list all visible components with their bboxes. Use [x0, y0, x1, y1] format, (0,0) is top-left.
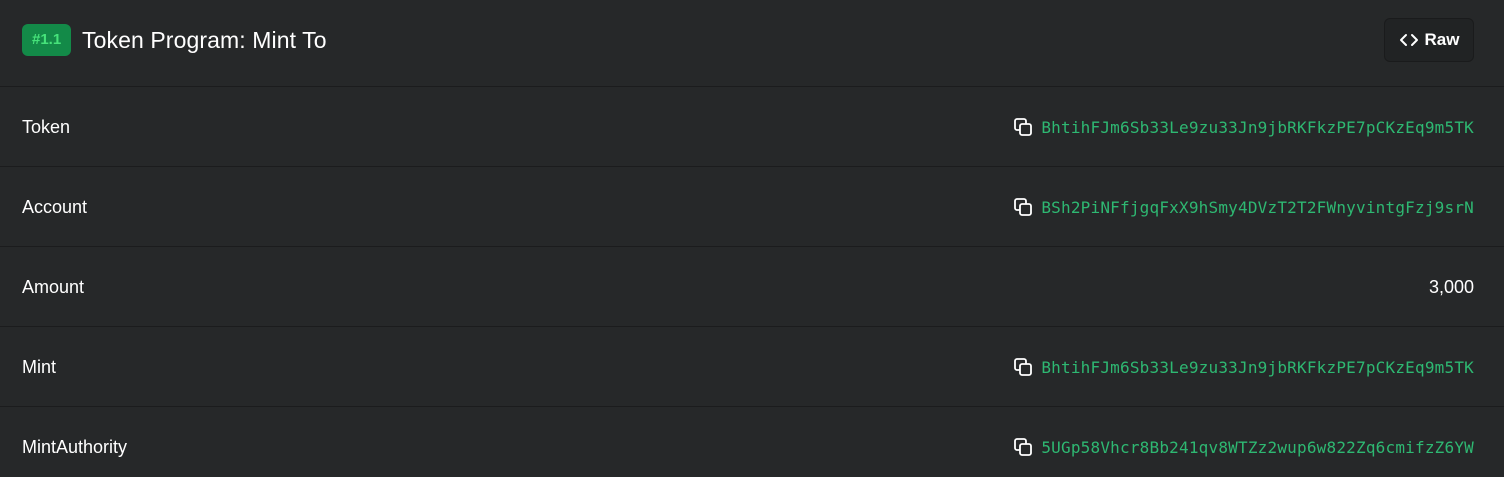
row-token: Token BhtihFJm6Sb33Le9zu33Jn9jbRKFkzPE7p… [0, 87, 1504, 167]
instruction-index-badge: #1.1 [22, 24, 72, 56]
raw-button-label: Raw [1424, 30, 1460, 49]
code-icon [1399, 34, 1418, 46]
row-value: BSh2PiNFfjgqFxX9hSmy4DVzT2T2FWnyvintgFzj… [1013, 167, 1474, 247]
copy-icon[interactable] [1013, 197, 1033, 217]
row-value: BhtihFJm6Sb33Le9zu33Jn9jbRKFkzPE7pCKzEq9… [1013, 87, 1474, 167]
mint-authority-address-link[interactable]: 5UGp58Vhcr8Bb241qv8WTZz2wup6w822Zq6cmifz… [1041, 438, 1474, 457]
row-label: Token [22, 117, 71, 137]
raw-button[interactable]: Raw [1384, 18, 1474, 62]
token-address-link[interactable]: BhtihFJm6Sb33Le9zu33Jn9jbRKFkzPE7pCKzEq9… [1041, 118, 1474, 137]
copy-icon[interactable] [1013, 117, 1033, 137]
row-amount: Amount 3,000 [0, 247, 1504, 327]
row-label: Account [22, 197, 88, 217]
instruction-card: #1.1 Token Program: Mint To Raw Token Bh… [0, 0, 1504, 477]
row-label: Amount [22, 277, 85, 297]
copy-icon[interactable] [1013, 437, 1033, 457]
instruction-title: Token Program: Mint To [82, 27, 327, 53]
row-value: 5UGp58Vhcr8Bb241qv8WTZz2wup6w822Zq6cmifz… [1013, 407, 1474, 477]
row-account: Account BSh2PiNFfjgqFxX9hSmy4DVzT2T2FWny… [0, 167, 1504, 247]
row-mint: Mint BhtihFJm6Sb33Le9zu33Jn9jbRKFkzPE7pC… [0, 327, 1504, 407]
row-mint-authority: MintAuthority 5UGp58Vhcr8Bb241qv8WTZz2wu… [0, 407, 1504, 477]
row-value: BhtihFJm6Sb33Le9zu33Jn9jbRKFkzPE7pCKzEq9… [1013, 327, 1474, 407]
copy-icon[interactable] [1013, 357, 1033, 377]
amount-value: 3,000 [1428, 276, 1474, 297]
row-value: 3,000 [1429, 247, 1474, 327]
mint-address-link[interactable]: BhtihFJm6Sb33Le9zu33Jn9jbRKFkzPE7pCKzEq9… [1041, 358, 1474, 377]
row-label: Mint [22, 357, 57, 377]
instruction-header: #1.1 Token Program: Mint To Raw [0, 0, 1504, 87]
row-label: MintAuthority [22, 437, 128, 457]
account-address-link[interactable]: BSh2PiNFfjgqFxX9hSmy4DVzT2T2FWnyvintgFzj… [1041, 198, 1474, 217]
